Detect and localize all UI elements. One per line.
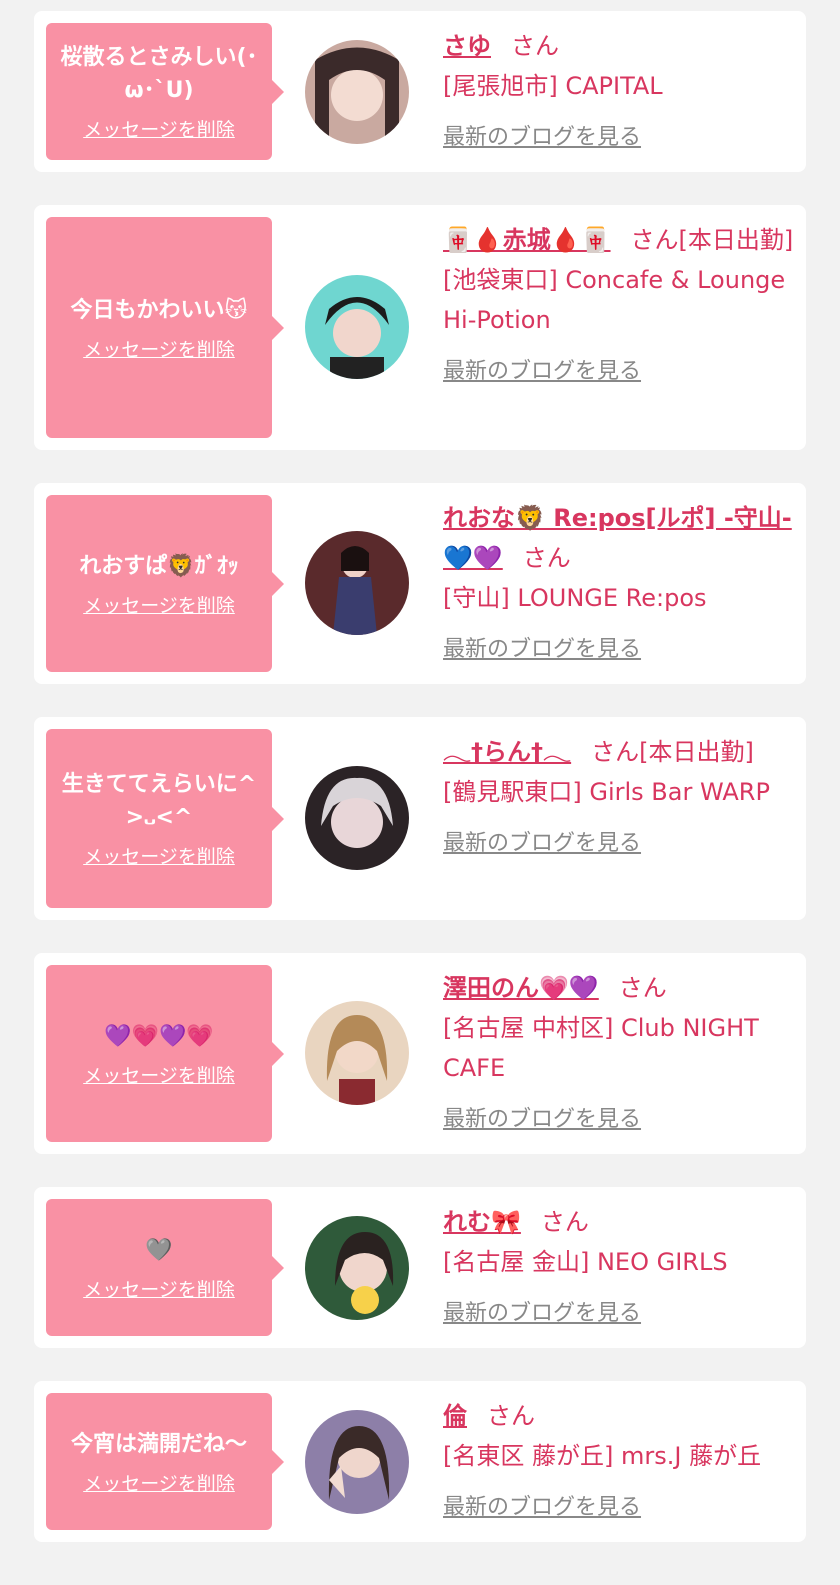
list-item: 桜散るとさみしい(･ω･`U) メッセージを削除 さゆ さん [尾張旭市] CAP… [34, 11, 806, 172]
honorific: さん [487, 1402, 535, 1430]
cast-name-link[interactable]: 倫 [443, 1402, 467, 1430]
blog-link[interactable]: 最新のブログを見る [443, 1488, 641, 1528]
delete-message-link[interactable]: メッセージを削除 [83, 591, 235, 618]
list-item: 生きててえらいに^>᎑<^ メッセージを削除 𓂃†らん†𓂃 さん[本日出勤] [鶴… [34, 717, 806, 920]
list-item: れおすぱ🦁ｶﾞｵｯ メッセージを削除 れおな🦁 Re:pos[ルポ] -守山-💙… [34, 483, 806, 684]
message-text: 今宵は満開だね〜 [70, 1431, 247, 1457]
honorific: さん [618, 974, 667, 1002]
cast-name-link[interactable]: 澤田のん💗💜 [443, 974, 599, 1002]
honorific: さん [540, 1208, 589, 1236]
message-bubble: 今日もかわいい😽 メッセージを削除 [46, 217, 284, 438]
avatar[interactable] [305, 766, 409, 870]
card-info: 澤田のん💗💜 さん [名古屋 中村区] Club NIGHT CAFE 最新のブロ… [443, 968, 796, 1140]
delete-message-link[interactable]: メッセージを削除 [83, 1469, 235, 1496]
avatar[interactable] [305, 1216, 409, 1320]
blog-link[interactable]: 最新のブログを見る [443, 1100, 641, 1140]
message-text: 今日もかわいい😽 [70, 297, 248, 323]
avatar[interactable] [305, 275, 409, 379]
card-info: 🀄🩸赤城🩸🀄 さん[本日出勤] [池袋東口] Concafe & Lounge H… [443, 220, 796, 392]
blog-link[interactable]: 最新のブログを見る [443, 824, 641, 864]
message-bubble: れおすぱ🦁ｶﾞｵｯ メッセージを削除 [46, 495, 284, 672]
delete-message-link[interactable]: メッセージを削除 [83, 1275, 235, 1302]
avatar[interactable] [305, 40, 409, 144]
shop-name: [名古屋 中村区] Club NIGHT CAFE [443, 1014, 759, 1082]
shop-name: [名古屋 金山] NEO GIRLS [443, 1248, 728, 1276]
shop-name: [守山] LOUNGE Re:pos [443, 584, 707, 612]
message-bubble: 桜散るとさみしい(･ω･`U) メッセージを削除 [46, 23, 284, 160]
blog-link[interactable]: 最新のブログを見る [443, 1294, 641, 1334]
message-text: 桜散るとさみしい(･ω･`U) [60, 45, 258, 103]
shop-name: [尾張旭市] CAPITAL [443, 72, 663, 100]
card-info: 𓂃†らん†𓂃 さん[本日出勤] [鶴見駅東口] Girls Bar WARP 最新… [443, 732, 796, 864]
message-bubble: 🩶 メッセージを削除 [46, 1199, 284, 1336]
delete-message-link[interactable]: メッセージを削除 [83, 115, 235, 142]
cast-name-link[interactable]: れむ🎀 [443, 1208, 521, 1236]
card-info: 倫さん [名東区 藤が丘] mrs.J 藤が丘 最新のブログを見る [443, 1396, 796, 1528]
message-text: 生きててえらいに^>᎑<^ [61, 772, 257, 830]
honorific: さん [630, 226, 679, 254]
message-text: れおすぱ🦁ｶﾞｵｯ [79, 553, 239, 579]
cast-name-link[interactable]: れおな🦁 Re:pos[ルポ] -守山-💙💜 [443, 504, 792, 572]
honorific: さん [511, 32, 559, 60]
cast-name-link[interactable]: 𓂃†らん†𓂃 [443, 738, 571, 766]
message-list: 桜散るとさみしい(･ω･`U) メッセージを削除 さゆ さん [尾張旭市] CAP… [0, 0, 840, 1542]
status-suffix: [本日出勤] [639, 738, 754, 766]
list-item: 💜💗💜💗 メッセージを削除 澤田のん💗💜 さん [名古屋 中村区] Club NI… [34, 953, 806, 1154]
avatar[interactable] [305, 531, 409, 635]
cast-name-link[interactable]: さゆ [443, 32, 491, 60]
blog-link[interactable]: 最新のブログを見る [443, 118, 641, 158]
blog-link[interactable]: 最新のブログを見る [443, 630, 641, 670]
blog-link[interactable]: 最新のブログを見る [443, 352, 641, 392]
list-item: 🩶 メッセージを削除 れむ🎀 さん [名古屋 金山] NEO GIRLS 最新のブ… [34, 1187, 806, 1348]
delete-message-link[interactable]: メッセージを削除 [83, 842, 235, 869]
card-info: れむ🎀 さん [名古屋 金山] NEO GIRLS 最新のブログを見る [443, 1202, 796, 1334]
message-bubble: 今宵は満開だね〜 メッセージを削除 [46, 1393, 284, 1530]
message-bubble: 生きててえらいに^>᎑<^ メッセージを削除 [46, 729, 284, 908]
avatar[interactable] [305, 1410, 409, 1514]
honorific: さん [522, 544, 571, 572]
delete-message-link[interactable]: メッセージを削除 [83, 1061, 235, 1088]
cast-name-link[interactable]: 🀄🩸赤城🩸🀄 [443, 226, 611, 254]
honorific: さん [591, 738, 640, 766]
shop-name: [名東区 藤が丘] mrs.J 藤が丘 [443, 1442, 762, 1470]
message-bubble: 💜💗💜💗 メッセージを削除 [46, 965, 284, 1142]
card-info: れおな🦁 Re:pos[ルポ] -守山-💙💜 さん [守山] LOUNGE Re:… [443, 498, 796, 670]
avatar[interactable] [305, 1001, 409, 1105]
message-text: 💜💗💜💗 [104, 1023, 214, 1049]
list-item: 今日もかわいい😽 メッセージを削除 🀄🩸赤城🩸🀄 さん[本日出勤] [池袋東口] … [34, 205, 806, 450]
list-item: 今宵は満開だね〜 メッセージを削除 倫さん [名東区 藤が丘] mrs.J 藤が… [34, 1381, 806, 1542]
shop-name: [鶴見駅東口] Girls Bar WARP [443, 778, 770, 806]
message-text: 🩶 [145, 1237, 173, 1263]
status-suffix: [本日出勤] [678, 226, 794, 254]
card-info: さゆ さん [尾張旭市] CAPITAL 最新のブログを見る [443, 26, 796, 158]
delete-message-link[interactable]: メッセージを削除 [83, 335, 235, 362]
shop-name: [池袋東口] Concafe & Lounge Hi-Potion [443, 266, 786, 334]
